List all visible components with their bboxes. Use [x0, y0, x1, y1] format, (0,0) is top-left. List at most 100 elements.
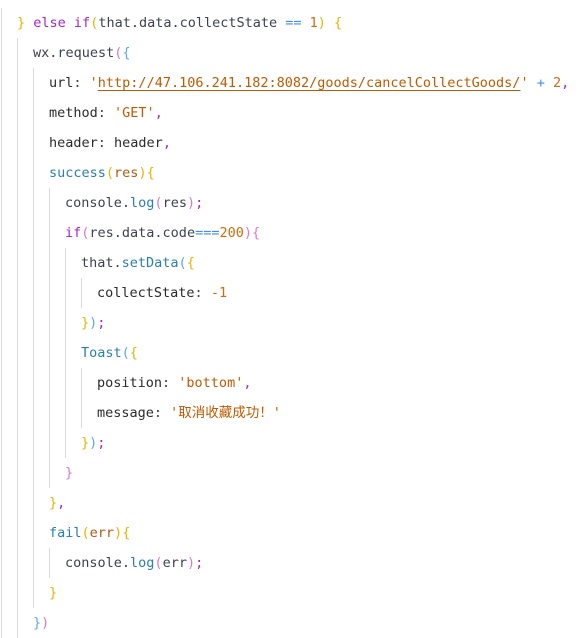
- code-token: :: [73, 75, 90, 91]
- code-line[interactable]: } else if(that.data.collectState == 1) {: [0, 8, 587, 38]
- indent-guide: [17, 308, 18, 338]
- indent-guide: [17, 488, 18, 518]
- indent-guide: [65, 368, 66, 398]
- code-line[interactable]: },: [0, 488, 587, 518]
- code-token: {: [252, 225, 261, 241]
- indent-guide: [49, 308, 50, 338]
- code-text: message: '取消收藏成功！': [97, 398, 281, 428]
- code-text: that.setData({: [81, 248, 195, 278]
- code-token: (: [105, 165, 115, 181]
- code-line[interactable]: collectState: -1: [0, 278, 587, 308]
- code-token: header: [114, 135, 163, 151]
- code-line[interactable]: that.setData({: [0, 248, 587, 278]
- code-token: }: [65, 465, 74, 481]
- code-line[interactable]: header: header,: [0, 128, 587, 158]
- code-token: ,: [154, 105, 163, 121]
- indent-guide: [49, 548, 50, 578]
- code-token: ,: [243, 375, 252, 391]
- code-token: }: [81, 435, 90, 451]
- code-line[interactable]: success(res){: [0, 158, 587, 188]
- indent-guide: [17, 248, 18, 278]
- indent-guide: [1, 398, 2, 428]
- indent-guide: [49, 368, 50, 398]
- code-text: } else if(that.data.collectState == 1) {: [17, 8, 342, 38]
- code-line[interactable]: url: 'http://47.106.241.182:8082/goods/c…: [0, 68, 587, 98]
- code-line[interactable]: });: [0, 428, 587, 458]
- code-line[interactable]: console.log(res);: [0, 188, 587, 218]
- code-line[interactable]: message: '取消收藏成功！': [0, 398, 587, 428]
- code-token: position: [97, 375, 163, 391]
- code-line[interactable]: console.log(err);: [0, 548, 587, 578]
- code-line[interactable]: method: 'GET',: [0, 98, 587, 128]
- code-token: 'bottom': [178, 375, 244, 391]
- indent-guide: [17, 128, 18, 158]
- code-line[interactable]: position: 'bottom',: [0, 368, 587, 398]
- code-token: {: [146, 165, 155, 181]
- code-token: ;: [97, 435, 106, 451]
- code-token: ': [520, 75, 529, 91]
- code-token: (: [154, 195, 163, 211]
- code-token: err: [162, 555, 187, 571]
- code-token: err: [89, 525, 115, 541]
- indent-guide: [17, 398, 18, 428]
- indent-guide: [17, 608, 18, 638]
- indent-guide: [49, 398, 50, 428]
- code-token: res: [114, 165, 139, 181]
- code-token: setData: [121, 255, 179, 271]
- code-token: (: [81, 525, 90, 541]
- code-text: wx.request({: [33, 38, 131, 68]
- indent-guide: [49, 188, 50, 218]
- indent-guide: [1, 278, 2, 308]
- indent-guide: [33, 338, 34, 368]
- indent-guide: [17, 68, 18, 98]
- code-line[interactable]: }): [0, 608, 587, 638]
- code-token: success: [49, 165, 106, 181]
- code-text: });: [81, 428, 105, 458]
- code-token: ): [186, 195, 196, 211]
- code-token: '取消收藏成功！': [170, 405, 281, 421]
- indent-guide: [33, 458, 34, 488]
- code-token: ==: [277, 15, 310, 31]
- code-token: ;: [195, 195, 204, 211]
- code-token: url: [49, 75, 74, 91]
- indent-guide: [33, 98, 34, 128]
- indent-guide: [1, 248, 2, 278]
- indent-guide: [49, 248, 50, 278]
- code-token: :: [153, 405, 171, 421]
- code-token: fail: [49, 525, 82, 541]
- code-line[interactable]: });: [0, 308, 587, 338]
- code-text: if(res.data.code===200){: [65, 218, 260, 248]
- code-editor[interactable]: } else if(that.data.collectState == 1) {…: [0, 8, 587, 638]
- code-line[interactable]: if(res.data.code===200){: [0, 218, 587, 248]
- indent-guide: [33, 548, 34, 578]
- code-line[interactable]: }: [0, 458, 587, 488]
- code-token: :: [194, 285, 211, 301]
- indent-guide: [65, 338, 66, 368]
- code-token: ===: [195, 225, 220, 241]
- code-text: fail(err){: [49, 518, 130, 548]
- code-text: success(res){: [49, 158, 155, 188]
- indent-guide: [81, 398, 82, 428]
- code-token: that.: [81, 255, 122, 271]
- code-line[interactable]: fail(err){: [0, 518, 587, 548]
- code-token: header: [49, 135, 98, 151]
- indent-guide: [1, 488, 2, 518]
- code-text: collectState: -1: [97, 278, 227, 308]
- code-token: 1: [309, 15, 318, 31]
- indent-guide: [33, 518, 34, 548]
- code-line[interactable]: wx.request({: [0, 38, 587, 68]
- code-token: 200: [219, 225, 244, 241]
- code-token: log: [130, 555, 155, 571]
- indent-guide: [33, 218, 34, 248]
- code-token: -1: [210, 285, 228, 301]
- code-token: ,: [561, 75, 570, 91]
- indent-guide: [17, 368, 18, 398]
- code-line[interactable]: Toast({: [0, 338, 587, 368]
- indent-guide: [33, 248, 34, 278]
- indent-guide: [1, 338, 2, 368]
- indent-guide: [1, 128, 2, 158]
- indent-guide: [33, 308, 34, 338]
- url-link[interactable]: http://47.106.241.182:8082/goods/cancelC…: [98, 75, 521, 91]
- code-line[interactable]: }: [0, 578, 587, 608]
- code-token: }: [17, 15, 26, 31]
